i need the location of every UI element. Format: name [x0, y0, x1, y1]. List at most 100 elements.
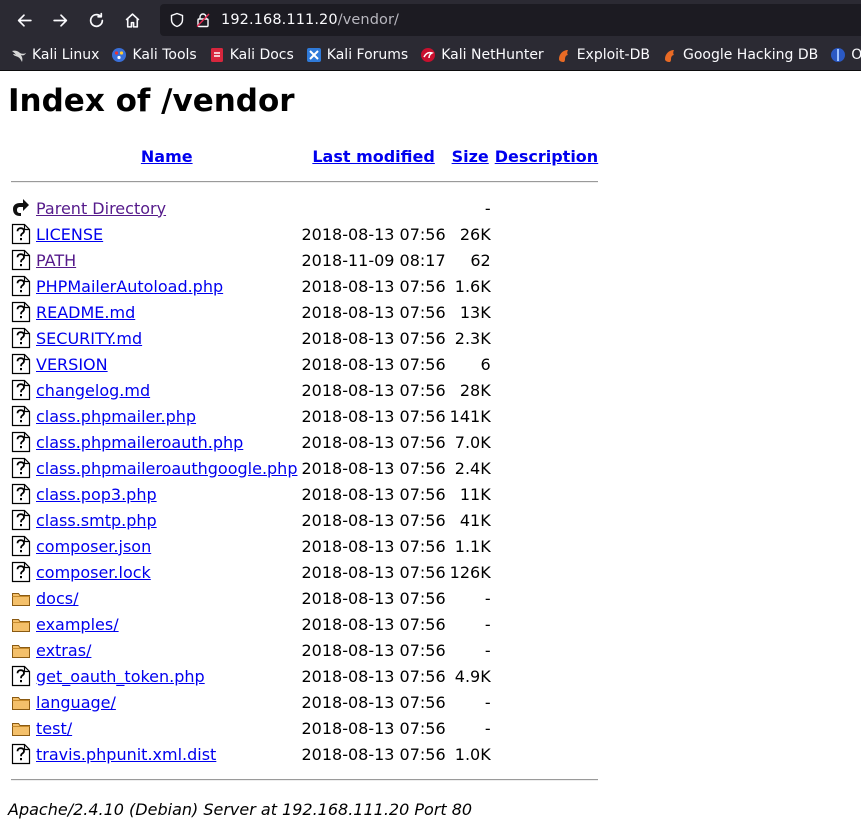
file-link[interactable]: docs/ — [36, 589, 78, 608]
file-link[interactable]: VERSION — [36, 355, 108, 374]
table-row: changelog.md 2018-08-13 07:56 28K — [10, 378, 599, 402]
file-link[interactable]: composer.lock — [36, 563, 151, 582]
last-modified-cell: 2018-11-09 08:17 — [301, 250, 446, 270]
bookmark-kali-linux[interactable]: Kali Linux — [11, 47, 99, 63]
unknown-file-icon — [10, 456, 33, 480]
size-cell: 28K — [459, 380, 491, 400]
table-row: class.smtp.php 2018-08-13 07:56 41K — [10, 508, 599, 532]
description-cell — [494, 404, 599, 428]
file-link[interactable]: PHPMailerAutoload.php — [36, 277, 223, 296]
bookmark-exploit-db[interactable]: Exploit-DB — [556, 47, 650, 63]
tracking-protection-shield-icon[interactable] — [169, 12, 185, 28]
insecure-lock-icon[interactable] — [195, 12, 211, 28]
name-cell: PHPMailerAutoload.php — [35, 274, 298, 298]
exploit-db-icon — [556, 47, 572, 63]
file-link[interactable]: class.smtp.php — [36, 511, 157, 530]
file-link[interactable]: get_oauth_token.php — [36, 667, 205, 686]
bookmark-google-hacking-db[interactable]: Google Hacking DB — [662, 47, 818, 63]
url-path: /vendor/ — [337, 12, 400, 28]
file-link[interactable]: class.phpmaileroauthgoogle.php — [36, 459, 297, 478]
file-link[interactable]: class.phpmailer.php — [36, 407, 196, 426]
unknown-file-icon — [10, 664, 33, 688]
name-cell: SECURITY.md — [35, 326, 298, 350]
bookmark-kali-tools[interactable]: Kali Tools — [111, 47, 197, 63]
file-link[interactable]: examples/ — [36, 615, 119, 634]
size-cell: 2.4K — [454, 458, 491, 478]
file-link[interactable]: class.phpmaileroauth.php — [36, 433, 243, 452]
unknown-file-icon — [10, 508, 33, 532]
table-row: language/2018-08-13 07:56 - — [10, 690, 599, 714]
last-modified-cell: 2018-08-13 07:56 — [301, 484, 446, 504]
name-cell: class.phpmaileroauthgoogle.php — [35, 456, 298, 480]
name-cell: changelog.md — [35, 378, 298, 402]
last-modified-cell: 2018-08-13 07:56 — [301, 380, 446, 400]
sort-by-size-link[interactable]: Size — [452, 147, 489, 166]
bookmark-kali-docs[interactable]: Kali Docs — [209, 47, 294, 63]
home-button[interactable] — [114, 0, 150, 40]
file-link[interactable]: changelog.md — [36, 381, 150, 400]
offsec-icon — [830, 47, 846, 63]
bookmark-kali-forums[interactable]: Kali Forums — [306, 47, 408, 63]
sort-by-name-link[interactable]: Name — [141, 147, 193, 166]
name-cell: Parent Directory — [35, 196, 298, 220]
reload-button[interactable] — [78, 0, 114, 40]
file-link[interactable]: language/ — [36, 693, 116, 712]
file-link[interactable]: extras/ — [36, 641, 91, 660]
table-row: LICENSE 2018-08-13 07:56 26K — [10, 222, 599, 246]
description-cell — [494, 352, 599, 376]
unknown-file-icon — [10, 404, 33, 428]
last-modified-cell: 2018-08-13 07:56 — [301, 718, 446, 738]
size-cell: - — [484, 198, 491, 218]
url-text[interactable]: 192.168.111.20/vendor/ — [221, 12, 399, 28]
page-title: Index of /vendor — [8, 83, 295, 119]
back-button[interactable] — [6, 0, 42, 40]
folder-icon — [10, 586, 33, 610]
unknown-file-icon — [10, 742, 33, 766]
name-cell: composer.lock — [35, 560, 298, 584]
table-row: docs/2018-08-13 07:56 - — [10, 586, 599, 610]
table-row: examples/2018-08-13 07:56 - — [10, 612, 599, 636]
file-link[interactable]: SECURITY.md — [36, 329, 142, 348]
table-row: SECURITY.md 2018-08-13 07:56 2.3K — [10, 326, 599, 350]
name-cell: examples/ — [35, 612, 298, 636]
file-link[interactable]: travis.phpunit.xml.dist — [36, 745, 216, 764]
last-modified-cell: 2018-08-13 07:56 — [301, 614, 446, 634]
file-link[interactable]: Parent Directory — [36, 199, 166, 218]
sort-by-last-modified-link[interactable]: Last modified — [312, 147, 435, 166]
table-row: VERSION 2018-08-13 07:56 6 — [10, 352, 599, 376]
unknown-file-icon — [10, 560, 33, 584]
unknown-file-icon — [10, 482, 33, 506]
folder-icon — [10, 612, 33, 636]
description-cell — [494, 222, 599, 246]
file-link[interactable]: class.pop3.php — [36, 485, 157, 504]
bookmark-label: Kali NetHunter — [441, 47, 544, 63]
footer-divider-row — [10, 768, 599, 792]
file-link[interactable]: PATH — [36, 251, 76, 270]
name-cell: class.phpmaileroauth.php — [35, 430, 298, 454]
name-cell: get_oauth_token.php — [35, 664, 298, 688]
back-arrow-icon — [10, 196, 33, 220]
kali-docs-icon — [209, 47, 225, 63]
file-link[interactable]: README.md — [36, 303, 135, 322]
forward-button[interactable] — [42, 0, 78, 40]
description-cell — [494, 534, 599, 558]
file-link[interactable]: LICENSE — [36, 225, 103, 244]
url-bar[interactable]: 192.168.111.20/vendor/ — [160, 4, 861, 36]
name-cell: language/ — [35, 690, 298, 714]
description-cell — [494, 612, 599, 636]
sort-by-description-link[interactable]: Description — [495, 147, 598, 166]
table-row: PATH 2018-11-09 08:17 62 — [10, 248, 599, 272]
table-row: travis.phpunit.xml.dist 2018-08-13 07:56 1… — [10, 742, 599, 766]
bookmark-offsec[interactable]: OffSec — [830, 47, 861, 63]
server-signature: Apache/2.4.10 (Debian) Server at 192.168… — [8, 800, 473, 819]
file-link[interactable]: test/ — [36, 719, 72, 738]
file-link[interactable]: composer.json — [36, 537, 151, 556]
bookmarks-toolbar: Kali Linux Kali Tools Kali Docs Kali For… — [0, 40, 861, 71]
size-cell: 6 — [480, 354, 491, 374]
bookmark-kali-nethunter[interactable]: Kali NetHunter — [420, 47, 544, 63]
unknown-file-icon — [10, 430, 33, 454]
description-cell — [494, 456, 599, 480]
table-row: PHPMailerAutoload.php 2018-08-13 07:56 1.6… — [10, 274, 599, 298]
description-cell — [494, 664, 599, 688]
home-icon — [125, 12, 139, 28]
